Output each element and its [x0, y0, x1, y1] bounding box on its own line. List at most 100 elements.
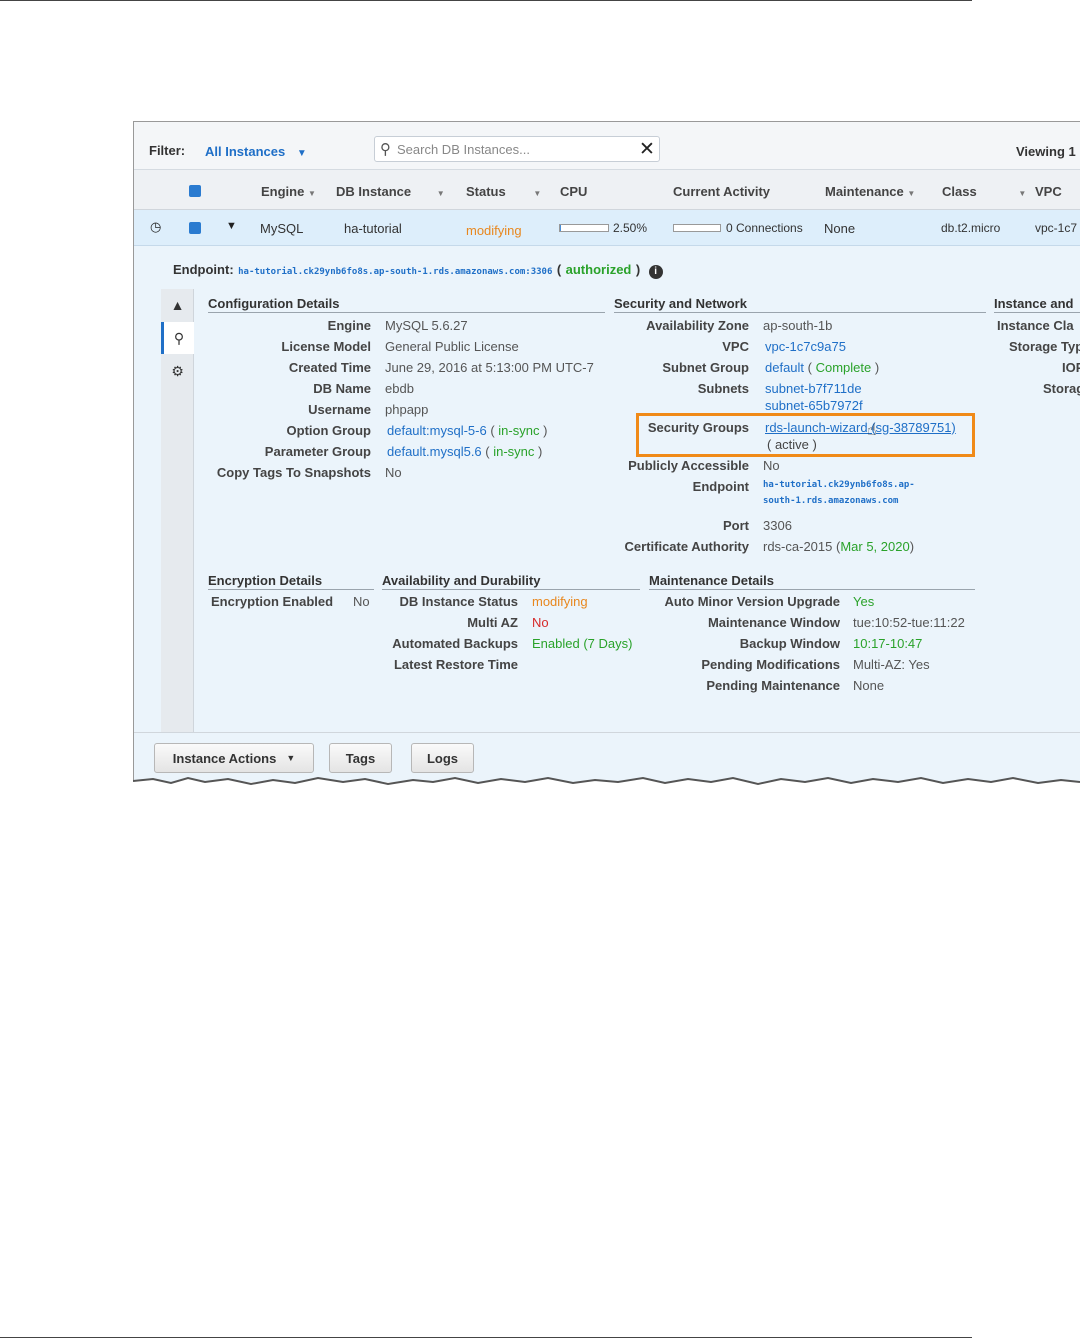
- config-license-value: General Public License: [385, 339, 519, 354]
- encryption-title: Encryption Details: [208, 573, 323, 588]
- row-db-instance: ha-tutorial: [344, 221, 402, 236]
- availability-divider: [382, 589, 640, 590]
- endpoint-value[interactable]: ha-tutorial.ck29ynb6fo8s.ap-south-1.rds.…: [238, 267, 552, 277]
- column-engine[interactable]: Engine ▼: [261, 184, 316, 199]
- viewing-count: Viewing 1: [1016, 144, 1076, 159]
- security-groups-highlight: [636, 413, 975, 457]
- column-db-instance[interactable]: DB Instance ▼: [336, 184, 445, 199]
- row-status: modifying: [466, 223, 522, 238]
- cert-name: rds-ca-2015: [763, 539, 833, 554]
- rds-console-screenshot: Filter: All Instances ▼ ⚲ Search DB Inst…: [133, 121, 1080, 791]
- filter-label: Filter:: [149, 143, 186, 158]
- search-icon: ⚲: [380, 141, 391, 158]
- chevron-down-icon: ▼: [907, 189, 916, 198]
- table-row[interactable]: ◷ ▼ MySQL ha-tutorial modifying 2.50% 0 …: [134, 210, 1080, 246]
- security-subnet-group-value: default ( Complete ): [765, 360, 880, 375]
- encryption-enabled-value: No: [353, 594, 370, 609]
- filter-value: All Instances: [205, 144, 286, 159]
- maintenance-backup-value: 10:17-10:47: [853, 636, 923, 651]
- config-dbname-value: ebdb: [385, 381, 414, 396]
- info-icon[interactable]: i: [648, 265, 663, 279]
- security-cert-label: Certificate Authority: [624, 539, 749, 554]
- search-box[interactable]: ⚲ Search DB Instances... ✕: [374, 136, 660, 162]
- config-copy-tags-label: Copy Tags To Snapshots: [216, 465, 371, 480]
- select-all-checkbox[interactable]: [189, 185, 201, 197]
- close-icon[interactable]: ✕: [639, 138, 655, 161]
- availability-multiaz-value: No: [532, 615, 549, 630]
- security-public-label: Publicly Accessible: [628, 458, 749, 473]
- instance-class-label: Instance Cla: [997, 318, 1074, 333]
- cpu-bar-fill: [560, 225, 561, 231]
- security-vpc-link[interactable]: vpc-1c7c9a75: [765, 339, 846, 354]
- security-divider: [614, 312, 986, 313]
- subnet-link-1[interactable]: subnet-b7f711de: [765, 381, 862, 396]
- instance-actions-label: Instance Actions: [172, 750, 277, 766]
- security-subnets-label: Subnets: [697, 381, 749, 396]
- iops-label: IOP: [1062, 360, 1080, 375]
- endpoint-paren-open: (: [556, 262, 562, 277]
- maintenance-pending-mod-label: Pending Modifications: [701, 657, 840, 672]
- details-icon[interactable]: ⚲: [161, 322, 194, 354]
- security-port-label: Port: [723, 518, 749, 533]
- chevron-down-icon: ▼: [1018, 189, 1027, 198]
- encryption-enabled-label: Encryption Enabled: [211, 594, 334, 609]
- subnet-link-2[interactable]: subnet-65b7972f: [765, 398, 863, 413]
- chevron-down-icon: ▼: [436, 189, 445, 198]
- availability-title: Availability and Durability: [382, 573, 541, 588]
- config-engine-value: MySQL 5.6.27: [385, 318, 468, 333]
- monitoring-icon[interactable]: ▲: [161, 289, 194, 321]
- caret-down-icon[interactable]: ▼: [226, 220, 237, 232]
- maintenance-window-label: Maintenance Window: [707, 615, 840, 630]
- filter-dropdown[interactable]: All Instances ▼: [205, 144, 307, 159]
- column-class[interactable]: Class ▼: [942, 184, 1026, 199]
- config-created-label: Created Time: [288, 360, 371, 375]
- availability-status-label: DB Instance Status: [399, 594, 518, 609]
- cert-expiry: Mar 5, 2020: [840, 539, 910, 554]
- row-vpc: vpc-1c7: [1035, 221, 1078, 235]
- maintenance-title: Maintenance Details: [649, 573, 774, 588]
- parameter-group-link[interactable]: default.mysql5.6: [387, 444, 482, 459]
- config-username-label: Username: [308, 402, 371, 417]
- config-engine-label: Engine: [327, 318, 371, 333]
- maintenance-divider: [649, 589, 975, 590]
- search-input[interactable]: Search DB Instances...: [397, 142, 530, 157]
- torn-edge: [133, 776, 1080, 791]
- instance-storage-title: Instance and: [994, 296, 1074, 311]
- column-status[interactable]: Status ▼: [466, 184, 541, 199]
- maintenance-pending-maint-label: Pending Maintenance: [706, 678, 840, 693]
- column-maintenance[interactable]: Maintenance ▼: [825, 184, 915, 199]
- availability-multiaz-label: Multi AZ: [467, 615, 518, 630]
- parameter-group-status: in-sync: [493, 444, 535, 459]
- chevron-down-icon: ▼: [286, 753, 296, 763]
- column-vpc[interactable]: VPC: [1035, 184, 1062, 199]
- security-az-label: Availability Zone: [646, 318, 749, 333]
- option-group-link[interactable]: default:mysql-5-6: [387, 423, 487, 438]
- availability-backups-label: Automated Backups: [392, 636, 518, 651]
- security-endpoint-value-1[interactable]: ha-tutorial.ck29ynb6fo8s.ap-: [763, 480, 915, 490]
- security-port-value: 3306: [763, 518, 792, 533]
- storage-type-label: Storage Typ: [1009, 339, 1080, 354]
- config-created-value: June 29, 2016 at 5:13:00 PM UTC-7: [385, 360, 594, 375]
- security-cert-value: rds-ca-2015 (Mar 5, 2020): [763, 539, 915, 554]
- chevron-down-icon: ▼: [533, 189, 542, 198]
- maintenance-pending-maint-value: None: [853, 678, 885, 693]
- security-az-value: ap-south-1b: [763, 318, 833, 333]
- endpoint-paren-close: ): [635, 262, 641, 277]
- maintenance-auto-label: Auto Minor Version Upgrade: [664, 594, 840, 609]
- maintenance-pending-mod-value: Multi-AZ: Yes: [853, 657, 930, 672]
- subnet-group-link[interactable]: default: [765, 360, 804, 375]
- topology-icon[interactable]: ⚙: [161, 355, 194, 387]
- encryption-divider: [208, 589, 374, 590]
- column-cpu[interactable]: CPU: [560, 184, 587, 199]
- table-header: Engine ▼ DB Instance ▼ Status ▼ CPU Curr…: [134, 170, 1080, 210]
- option-group-status: in-sync: [498, 423, 540, 438]
- chevron-down-icon: ▼: [307, 189, 316, 198]
- subnet-group-status: Complete: [815, 360, 872, 375]
- row-checkbox[interactable]: [189, 222, 201, 234]
- row-class: db.t2.micro: [941, 221, 1001, 235]
- config-option-group-label: Option Group: [286, 423, 371, 438]
- security-subnet-group-label: Subnet Group: [662, 360, 749, 375]
- column-current-activity[interactable]: Current Activity: [673, 184, 770, 199]
- security-endpoint-value-2[interactable]: south-1.rds.amazonaws.com: [763, 496, 898, 506]
- maintenance-backup-label: Backup Window: [739, 636, 840, 651]
